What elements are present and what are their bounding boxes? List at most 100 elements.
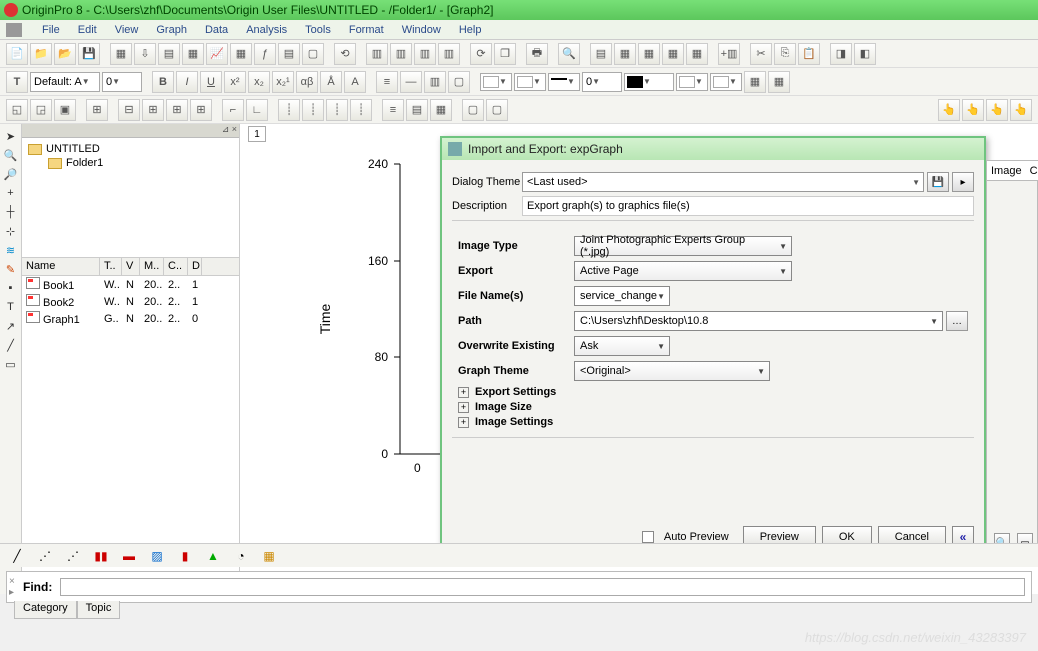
- misc1-icon[interactable]: ▦: [744, 71, 766, 93]
- matrix-icon[interactable]: ▦: [230, 43, 252, 65]
- side-tab-image[interactable]: Image: [987, 161, 1026, 181]
- pe-handle[interactable]: ⊿ ×: [22, 124, 239, 138]
- 3d-icon[interactable]: ▲: [202, 547, 224, 565]
- export-select[interactable]: Active Page▼: [574, 261, 792, 281]
- pattern-color[interactable]: ▼: [624, 73, 674, 91]
- menu-analysis[interactable]: Analysis: [238, 22, 295, 38]
- bigA-icon[interactable]: Å: [320, 71, 342, 93]
- pe-icon[interactable]: ▦: [614, 43, 636, 65]
- side-tab-c[interactable]: C: [1026, 161, 1038, 181]
- line-icon[interactable]: —: [400, 71, 422, 93]
- linestyle[interactable]: ▼: [548, 73, 580, 91]
- menu-file[interactable]: File: [34, 22, 68, 38]
- bg-color[interactable]: ▼: [710, 73, 742, 91]
- theme-select[interactable]: <Last used>▼: [522, 172, 924, 192]
- symbol-color[interactable]: ▼: [676, 73, 708, 91]
- sup-icon[interactable]: x²: [224, 71, 246, 93]
- rect-icon[interactable]: ▭: [3, 356, 19, 372]
- menu-edit[interactable]: Edit: [70, 22, 105, 38]
- wks-icon[interactable]: ▤: [158, 43, 180, 65]
- expand-icon[interactable]: +: [458, 402, 469, 413]
- col1-icon[interactable]: ▥: [366, 43, 388, 65]
- theme-menu-icon[interactable]: ▸: [952, 172, 974, 192]
- supsub-icon[interactable]: x₂¹: [272, 71, 294, 93]
- align-icon[interactable]: ≡: [376, 71, 398, 93]
- text-tool-icon[interactable]: T: [6, 71, 28, 93]
- al1-icon[interactable]: ≡: [382, 99, 404, 121]
- sp3-icon[interactable]: ┊: [326, 99, 348, 121]
- results-icon[interactable]: ▦: [662, 43, 684, 65]
- prev-icon[interactable]: ◨: [830, 43, 852, 65]
- tree-folder1[interactable]: Folder1: [48, 156, 233, 170]
- column-icon[interactable]: ▮▮: [90, 547, 112, 565]
- fill-color[interactable]: ▼: [480, 73, 512, 91]
- rescale-icon[interactable]: +: [3, 185, 19, 201]
- underline-icon[interactable]: U: [200, 71, 222, 93]
- merge2-icon[interactable]: ⊞: [142, 99, 164, 121]
- menu-window[interactable]: Window: [394, 22, 449, 38]
- save-icon[interactable]: 💾: [78, 43, 100, 65]
- node-export-settings[interactable]: +Export Settings: [458, 386, 968, 398]
- open-icon[interactable]: 📂: [54, 43, 76, 65]
- italic-icon[interactable]: I: [176, 71, 198, 93]
- paste-icon[interactable]: 📋: [798, 43, 820, 65]
- bar-icon[interactable]: ▬: [118, 547, 140, 565]
- cut-icon[interactable]: ✂: [750, 43, 772, 65]
- overwrite-select[interactable]: Ask▼: [574, 336, 670, 356]
- obj1-icon[interactable]: ▢: [462, 99, 484, 121]
- dup-icon[interactable]: ❐: [494, 43, 516, 65]
- autopreview-checkbox[interactable]: [642, 531, 654, 543]
- excel-icon[interactable]: ▦: [182, 43, 204, 65]
- merge1-icon[interactable]: ⊟: [118, 99, 140, 121]
- zoom-icon[interactable]: 🔍: [558, 43, 580, 65]
- tab-topic[interactable]: Topic: [77, 601, 121, 619]
- line-color[interactable]: ▼: [514, 73, 546, 91]
- font-select[interactable]: Default: A▼: [30, 72, 100, 92]
- extract-icon[interactable]: ⊞: [86, 99, 108, 121]
- vbar-icon[interactable]: ▥: [424, 71, 446, 93]
- menu-format[interactable]: Format: [341, 22, 392, 38]
- layer3-icon[interactable]: ▣: [54, 99, 76, 121]
- recalc-icon[interactable]: ⟲: [334, 43, 356, 65]
- scatter-icon[interactable]: ⋰: [34, 547, 56, 565]
- mdi-icon[interactable]: [6, 23, 22, 37]
- tree-root[interactable]: UNTITLED: [28, 142, 233, 156]
- mask4-icon[interactable]: 👆: [1010, 99, 1032, 121]
- path-input[interactable]: C:\Users\zhf\Desktop\10.8▼: [574, 311, 943, 331]
- misc2-icon[interactable]: ▦: [768, 71, 790, 93]
- screen-icon[interactable]: ⊹: [3, 223, 19, 239]
- new-project-icon[interactable]: 📄: [6, 43, 28, 65]
- bold-icon[interactable]: B: [152, 71, 174, 93]
- sp1-icon[interactable]: ┊: [278, 99, 300, 121]
- tab-category[interactable]: Category: [14, 601, 77, 619]
- col4-icon[interactable]: ▥: [438, 43, 460, 65]
- reader-icon[interactable]: ┼: [3, 204, 19, 220]
- linewidth[interactable]: 0▼: [582, 72, 622, 92]
- print-icon[interactable]: 🖶: [526, 43, 548, 65]
- quickhelp-icon[interactable]: ▦: [686, 43, 708, 65]
- copy-icon[interactable]: ⎘: [774, 43, 796, 65]
- find-input[interactable]: [60, 578, 1025, 596]
- greek-icon[interactable]: αβ: [296, 71, 318, 93]
- list-item[interactable]: Book2 W..N20..2..1: [22, 293, 239, 310]
- sub-icon[interactable]: x₂: [248, 71, 270, 93]
- zoomin-icon[interactable]: 🔍: [3, 147, 19, 163]
- layer2-icon[interactable]: ◲: [30, 99, 52, 121]
- codebuilder-icon[interactable]: ▤: [590, 43, 612, 65]
- linesym-icon[interactable]: ⋰: [62, 547, 84, 565]
- expand-icon[interactable]: +: [458, 417, 469, 428]
- pointer-icon[interactable]: ➤: [3, 128, 19, 144]
- smallA-icon[interactable]: A: [344, 71, 366, 93]
- pie-icon[interactable]: ▮: [174, 547, 196, 565]
- merge4-icon[interactable]: ⊞: [190, 99, 212, 121]
- border-icon[interactable]: ▢: [448, 71, 470, 93]
- dialog-titlebar[interactable]: Import and Export: expGraph: [442, 138, 984, 160]
- line-icon[interactable]: ╱: [3, 337, 19, 353]
- mask1-icon[interactable]: 👆: [938, 99, 960, 121]
- menu-tools[interactable]: Tools: [297, 22, 339, 38]
- node-image-settings[interactable]: +Image Settings: [458, 416, 968, 428]
- list-item[interactable]: Book1 W..N20..2..1: [22, 276, 239, 293]
- refresh-icon[interactable]: ⟳: [470, 43, 492, 65]
- al2-icon[interactable]: ▤: [406, 99, 428, 121]
- merge3-icon[interactable]: ⊞: [166, 99, 188, 121]
